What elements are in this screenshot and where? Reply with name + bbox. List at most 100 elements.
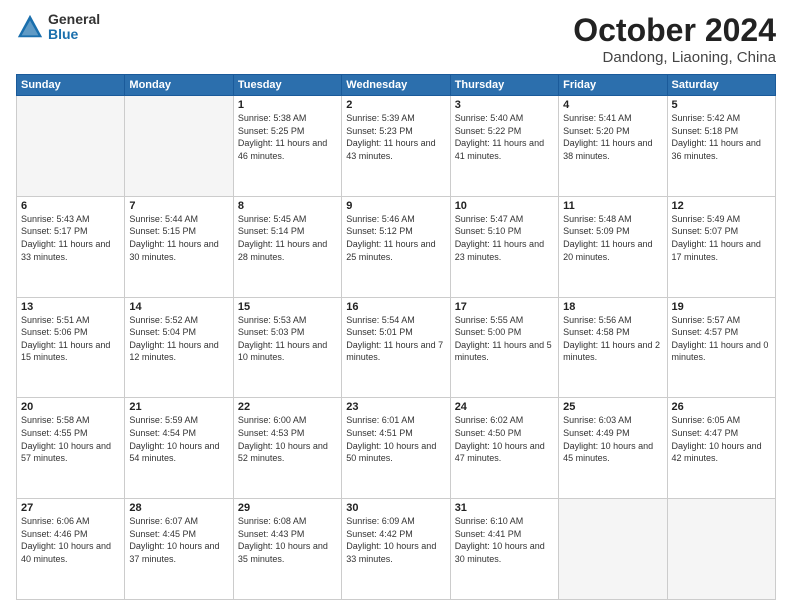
calendar-cell	[125, 96, 233, 197]
calendar-cell: 19Sunrise: 5:57 AMSunset: 4:57 PMDayligh…	[667, 297, 775, 398]
calendar-week-row: 6Sunrise: 5:43 AMSunset: 5:17 PMDaylight…	[17, 196, 776, 297]
calendar-week-row: 1Sunrise: 5:38 AMSunset: 5:25 PMDaylight…	[17, 96, 776, 197]
sun-info: Sunrise: 5:51 AMSunset: 5:06 PMDaylight:…	[21, 314, 120, 364]
calendar-cell: 10Sunrise: 5:47 AMSunset: 5:10 PMDayligh…	[450, 196, 558, 297]
calendar-week-row: 20Sunrise: 5:58 AMSunset: 4:55 PMDayligh…	[17, 398, 776, 499]
day-number: 13	[21, 301, 120, 313]
sun-info: Sunrise: 5:38 AMSunset: 5:25 PMDaylight:…	[238, 112, 337, 162]
day-number: 11	[563, 200, 662, 212]
day-number: 16	[346, 301, 445, 313]
day-number: 29	[238, 502, 337, 514]
calendar-cell: 15Sunrise: 5:53 AMSunset: 5:03 PMDayligh…	[233, 297, 341, 398]
calendar-cell: 9Sunrise: 5:46 AMSunset: 5:12 PMDaylight…	[342, 196, 450, 297]
calendar-cell: 6Sunrise: 5:43 AMSunset: 5:17 PMDaylight…	[17, 196, 125, 297]
day-number: 31	[455, 502, 554, 514]
sun-info: Sunrise: 5:44 AMSunset: 5:15 PMDaylight:…	[129, 213, 228, 263]
logo-general: General	[48, 12, 100, 27]
calendar-cell: 11Sunrise: 5:48 AMSunset: 5:09 PMDayligh…	[559, 196, 667, 297]
calendar-cell: 14Sunrise: 5:52 AMSunset: 5:04 PMDayligh…	[125, 297, 233, 398]
calendar-cell: 29Sunrise: 6:08 AMSunset: 4:43 PMDayligh…	[233, 499, 341, 600]
day-of-week-header: Thursday	[450, 75, 558, 96]
day-number: 3	[455, 99, 554, 111]
day-number: 30	[346, 502, 445, 514]
calendar-cell: 23Sunrise: 6:01 AMSunset: 4:51 PMDayligh…	[342, 398, 450, 499]
day-of-week-header: Sunday	[17, 75, 125, 96]
title-block: October 2024 Dandong, Liaoning, China	[573, 12, 776, 66]
sun-info: Sunrise: 5:58 AMSunset: 4:55 PMDaylight:…	[21, 414, 120, 464]
calendar-cell: 7Sunrise: 5:44 AMSunset: 5:15 PMDaylight…	[125, 196, 233, 297]
day-number: 20	[21, 401, 120, 413]
sun-info: Sunrise: 6:09 AMSunset: 4:42 PMDaylight:…	[346, 515, 445, 565]
day-number: 8	[238, 200, 337, 212]
day-number: 23	[346, 401, 445, 413]
day-number: 27	[21, 502, 120, 514]
day-of-week-header: Tuesday	[233, 75, 341, 96]
sun-info: Sunrise: 5:53 AMSunset: 5:03 PMDaylight:…	[238, 314, 337, 364]
calendar-cell: 5Sunrise: 5:42 AMSunset: 5:18 PMDaylight…	[667, 96, 775, 197]
calendar-body: 1Sunrise: 5:38 AMSunset: 5:25 PMDaylight…	[17, 96, 776, 600]
day-number: 25	[563, 401, 662, 413]
calendar-cell: 28Sunrise: 6:07 AMSunset: 4:45 PMDayligh…	[125, 499, 233, 600]
header: General Blue October 2024 Dandong, Liaon…	[16, 12, 776, 66]
day-number: 4	[563, 99, 662, 111]
calendar-week-row: 13Sunrise: 5:51 AMSunset: 5:06 PMDayligh…	[17, 297, 776, 398]
sun-info: Sunrise: 5:54 AMSunset: 5:01 PMDaylight:…	[346, 314, 445, 364]
calendar-cell: 4Sunrise: 5:41 AMSunset: 5:20 PMDaylight…	[559, 96, 667, 197]
sun-info: Sunrise: 5:56 AMSunset: 4:58 PMDaylight:…	[563, 314, 662, 364]
sun-info: Sunrise: 5:48 AMSunset: 5:09 PMDaylight:…	[563, 213, 662, 263]
calendar-table: SundayMondayTuesdayWednesdayThursdayFrid…	[16, 74, 776, 600]
day-number: 28	[129, 502, 228, 514]
calendar-cell: 31Sunrise: 6:10 AMSunset: 4:41 PMDayligh…	[450, 499, 558, 600]
header-row: SundayMondayTuesdayWednesdayThursdayFrid…	[17, 75, 776, 96]
day-number: 9	[346, 200, 445, 212]
calendar-cell: 12Sunrise: 5:49 AMSunset: 5:07 PMDayligh…	[667, 196, 775, 297]
sun-info: Sunrise: 5:45 AMSunset: 5:14 PMDaylight:…	[238, 213, 337, 263]
month-title: October 2024	[573, 12, 776, 49]
calendar-cell: 2Sunrise: 5:39 AMSunset: 5:23 PMDaylight…	[342, 96, 450, 197]
sun-info: Sunrise: 5:40 AMSunset: 5:22 PMDaylight:…	[455, 112, 554, 162]
calendar-header: SundayMondayTuesdayWednesdayThursdayFrid…	[17, 75, 776, 96]
calendar-cell: 26Sunrise: 6:05 AMSunset: 4:47 PMDayligh…	[667, 398, 775, 499]
day-number: 19	[672, 301, 771, 313]
day-of-week-header: Wednesday	[342, 75, 450, 96]
calendar-cell: 30Sunrise: 6:09 AMSunset: 4:42 PMDayligh…	[342, 499, 450, 600]
day-number: 12	[672, 200, 771, 212]
sun-info: Sunrise: 5:47 AMSunset: 5:10 PMDaylight:…	[455, 213, 554, 263]
calendar-cell: 25Sunrise: 6:03 AMSunset: 4:49 PMDayligh…	[559, 398, 667, 499]
sun-info: Sunrise: 5:49 AMSunset: 5:07 PMDaylight:…	[672, 213, 771, 263]
sun-info: Sunrise: 6:08 AMSunset: 4:43 PMDaylight:…	[238, 515, 337, 565]
calendar-cell: 1Sunrise: 5:38 AMSunset: 5:25 PMDaylight…	[233, 96, 341, 197]
logo: General Blue	[16, 12, 100, 43]
day-number: 14	[129, 301, 228, 313]
calendar-cell: 3Sunrise: 5:40 AMSunset: 5:22 PMDaylight…	[450, 96, 558, 197]
sun-info: Sunrise: 6:01 AMSunset: 4:51 PMDaylight:…	[346, 414, 445, 464]
sun-info: Sunrise: 5:46 AMSunset: 5:12 PMDaylight:…	[346, 213, 445, 263]
day-number: 7	[129, 200, 228, 212]
calendar-cell	[17, 96, 125, 197]
day-number: 2	[346, 99, 445, 111]
day-number: 21	[129, 401, 228, 413]
calendar-cell: 18Sunrise: 5:56 AMSunset: 4:58 PMDayligh…	[559, 297, 667, 398]
location: Dandong, Liaoning, China	[573, 49, 776, 66]
sun-info: Sunrise: 6:03 AMSunset: 4:49 PMDaylight:…	[563, 414, 662, 464]
sun-info: Sunrise: 6:06 AMSunset: 4:46 PMDaylight:…	[21, 515, 120, 565]
calendar-cell: 20Sunrise: 5:58 AMSunset: 4:55 PMDayligh…	[17, 398, 125, 499]
day-of-week-header: Monday	[125, 75, 233, 96]
day-number: 17	[455, 301, 554, 313]
sun-info: Sunrise: 6:02 AMSunset: 4:50 PMDaylight:…	[455, 414, 554, 464]
calendar-week-row: 27Sunrise: 6:06 AMSunset: 4:46 PMDayligh…	[17, 499, 776, 600]
sun-info: Sunrise: 5:43 AMSunset: 5:17 PMDaylight:…	[21, 213, 120, 263]
calendar-cell: 17Sunrise: 5:55 AMSunset: 5:00 PMDayligh…	[450, 297, 558, 398]
calendar-cell: 27Sunrise: 6:06 AMSunset: 4:46 PMDayligh…	[17, 499, 125, 600]
day-number: 18	[563, 301, 662, 313]
day-number: 15	[238, 301, 337, 313]
calendar-cell: 13Sunrise: 5:51 AMSunset: 5:06 PMDayligh…	[17, 297, 125, 398]
day-of-week-header: Friday	[559, 75, 667, 96]
day-number: 1	[238, 99, 337, 111]
calendar-cell	[667, 499, 775, 600]
calendar-cell: 22Sunrise: 6:00 AMSunset: 4:53 PMDayligh…	[233, 398, 341, 499]
sun-info: Sunrise: 5:39 AMSunset: 5:23 PMDaylight:…	[346, 112, 445, 162]
logo-text: General Blue	[48, 12, 100, 43]
sun-info: Sunrise: 5:59 AMSunset: 4:54 PMDaylight:…	[129, 414, 228, 464]
sun-info: Sunrise: 5:52 AMSunset: 5:04 PMDaylight:…	[129, 314, 228, 364]
